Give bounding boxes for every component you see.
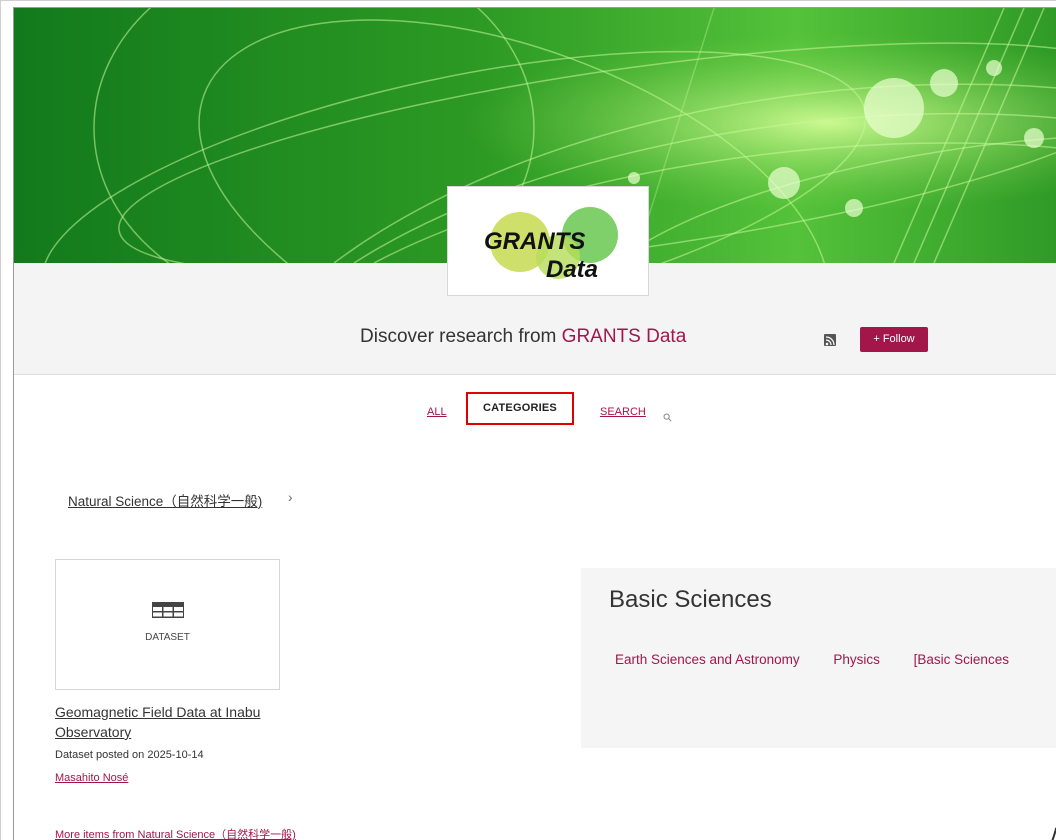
logo-graphic: GRANTS Data — [484, 207, 618, 283]
tab-all[interactable]: ALL — [427, 406, 447, 418]
logo-text-data: Data — [546, 256, 598, 283]
item-thumbnail-card[interactable]: DATASET — [55, 559, 280, 690]
headline-brand-link[interactable]: GRANTS Data — [562, 326, 687, 347]
item-type-label: DATASET — [145, 632, 190, 643]
follow-button[interactable]: + Follow — [860, 327, 928, 352]
viewport: GRANTS Data Discover research from GRANT… — [0, 0, 1056, 840]
headline-text: Discover research from — [360, 326, 562, 347]
corner-text: ム — [1045, 818, 1056, 840]
item-posted-date: Dataset posted on 2025-10-14 — [55, 749, 204, 761]
breadcrumb-natural-science[interactable]: Natural Science（自然科学一般) — [68, 490, 262, 510]
more-items-link[interactable]: More items from Natural Science（自然科学一般) — [55, 826, 296, 840]
grants-data-logo[interactable]: GRANTS Data — [447, 186, 649, 296]
category-panel: Basic Sciences Earth Sciences and Astron… — [581, 568, 1056, 748]
item-author-link[interactable]: Masahito Nosé — [55, 772, 128, 784]
subcategory-link[interactable]: [Basic Sciences — [914, 652, 1009, 667]
logo-text-grants: GRANTS — [484, 228, 585, 255]
subcategory-link[interactable]: Physics — [833, 652, 880, 667]
chevron-right-icon: › — [288, 490, 293, 505]
page: GRANTS Data Discover research from GRANT… — [13, 7, 1056, 840]
table-icon — [152, 602, 184, 623]
item-title-link[interactable]: Geomagnetic Field Data at Inabu Observat… — [55, 702, 285, 742]
rss-icon[interactable] — [824, 334, 836, 346]
subcategory-links: Earth Sciences and Astronomy Physics [Ba… — [615, 652, 1039, 667]
search-glyph — [663, 413, 672, 422]
tab-categories[interactable]: CATEGORIES — [466, 392, 574, 425]
rss-glyph — [825, 336, 835, 346]
subcategory-link[interactable]: Earth Sciences and Astronomy — [615, 652, 800, 667]
panel-title: Basic Sciences — [609, 586, 772, 613]
tab-search[interactable]: SEARCH — [600, 406, 646, 418]
page-headline: Discover research from GRANTS Data — [360, 326, 686, 348]
table-glyph — [152, 602, 184, 618]
search-icon[interactable] — [663, 409, 672, 427]
